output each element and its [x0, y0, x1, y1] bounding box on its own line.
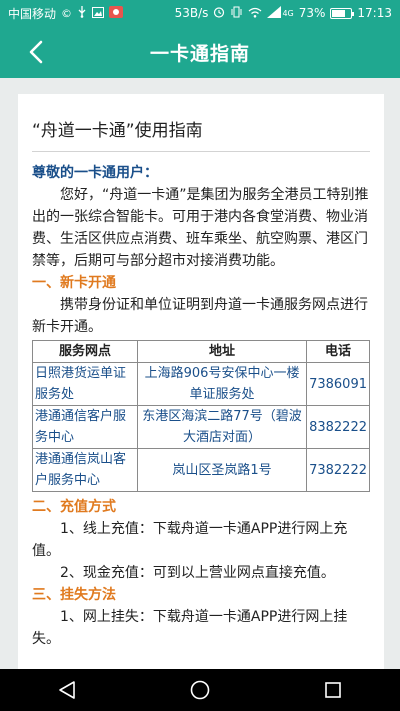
triangle-back-icon — [58, 681, 75, 699]
table-cell-address: 东港区海滨二路77号（碧波大酒店对面） — [136, 405, 308, 449]
section-title-recharge: 二、充值方式 — [32, 499, 116, 515]
status-bar: 中国移动 © 53B/s 4G 73% 17:13 — [0, 0, 400, 26]
carrier-label: 中国移动 — [8, 6, 57, 21]
square-recents-icon — [325, 682, 342, 698]
chevron-left-icon — [29, 40, 43, 64]
section-title-report-loss: 三、挂失方法 — [32, 587, 116, 603]
greeting: 尊敬的一卡通用户： — [32, 165, 158, 181]
table-cell-phone[interactable]: 7382222 — [306, 448, 370, 492]
nav-back-button[interactable] — [47, 670, 87, 710]
battery-percent: 73% — [298, 6, 326, 20]
section-title-new-card: 一、新卡开通 — [32, 275, 116, 291]
table-cell-phone[interactable]: 7386091 — [306, 362, 370, 406]
recharge-online: 1、线上充值：下载舟道一卡通APP进行网上充值。 — [32, 521, 348, 559]
table-header: 电话 — [306, 340, 370, 363]
copyright-icon: © — [61, 6, 73, 20]
table-header: 地址 — [136, 340, 308, 363]
table-row: 日照港货运单证服务处 上海路906号安保中心一楼单证服务处 7386091 — [32, 362, 370, 406]
alarm-icon — [213, 6, 225, 20]
table-cell-name: 港通通信岚山客户服务中心 — [32, 448, 138, 492]
signal-icon — [267, 6, 282, 20]
image-icon — [92, 6, 105, 20]
page-title: 一卡通指南 — [149, 42, 250, 65]
wifi-icon — [248, 7, 262, 20]
vibrate-icon — [230, 6, 243, 20]
nav-home-button[interactable] — [180, 670, 220, 710]
nav-recents-button[interactable] — [313, 670, 353, 710]
table-header: 服务网点 — [32, 340, 138, 363]
back-button[interactable] — [20, 36, 52, 68]
clock: 17:13 — [357, 6, 392, 20]
table-cell-phone[interactable]: 8382222 — [306, 405, 370, 449]
table-cell-address: 岚山区圣岚路1号 — [136, 448, 308, 492]
report-loss-online: 1、网上挂失：下载舟道一卡通APP进行网上挂失。 — [32, 609, 348, 647]
table-row: 港通通信客户服务中心 东港区海滨二路77号（碧波大酒店对面） 8382222 — [32, 405, 370, 449]
service-points-table: 服务网点 地址 电话 日照港货运单证服务处 上海路906号安保中心一楼单证服务处… — [32, 340, 370, 492]
network-type: 4G — [282, 9, 294, 18]
network-speed: 53B/s — [174, 6, 209, 20]
table-row: 港通通信岚山客户服务中心 岚山区圣岚路1号 7382222 — [32, 448, 370, 492]
doc-title: “舟道一卡通”使用指南 — [32, 121, 203, 141]
table-cell-name: 日照港货运单证服务处 — [32, 362, 138, 406]
title-bar: 一卡通指南 — [0, 26, 400, 78]
battery-icon — [330, 7, 355, 19]
divider — [32, 151, 370, 152]
intro-paragraph: 您好，“舟道一卡通”是集团为服务全港员工特别推出的一张综合智能卡。可用于港内各食… — [32, 187, 369, 269]
table-cell-name: 港通通信客户服务中心 — [32, 405, 138, 449]
table-header-row: 服务网点 地址 电话 — [32, 340, 370, 363]
recharge-cash: 2、现金充值：可到以上营业网点直接充值。 — [60, 565, 335, 581]
system-nav-bar — [0, 669, 400, 711]
usb-icon — [77, 6, 87, 20]
circle-home-icon — [190, 680, 210, 700]
app-icon — [109, 6, 124, 20]
section-text-new-card: 携带身份证和单位证明到舟道一卡通服务网点进行新卡开通。 — [32, 297, 368, 335]
guide-card[interactable]: “舟道一卡通”使用指南 尊敬的一卡通用户： 您好，“舟道一卡通”是集团为服务全港… — [18, 94, 384, 669]
table-cell-address: 上海路906号安保中心一楼单证服务处 — [136, 362, 308, 406]
